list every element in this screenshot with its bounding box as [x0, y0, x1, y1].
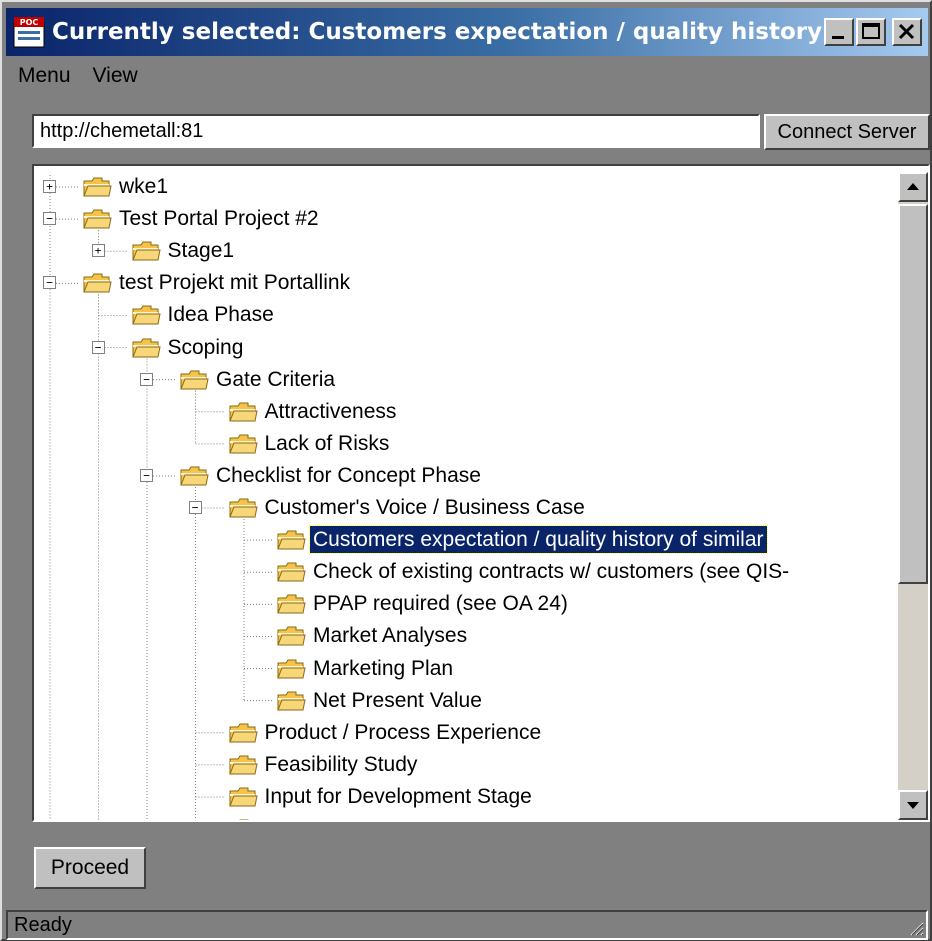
tree-scrollbar[interactable]: [898, 172, 928, 820]
tree-node[interactable]: PPAP required (see OA 24): [34, 588, 894, 620]
tree-node[interactable]: − Test Portal Project #2: [34, 203, 894, 235]
tree-node-label: Gate Criteria: [216, 367, 336, 391]
folder-icon: [276, 593, 306, 615]
tree-node[interactable]: − Scoping: [34, 332, 894, 364]
tree-node-label: Marketing Plan: [313, 656, 454, 680]
tree-node[interactable]: Idea Phase: [34, 299, 894, 331]
tree-node[interactable]: − Customer's Voice / Business Case: [34, 492, 894, 524]
collapse-minus-icon[interactable]: −: [43, 212, 56, 226]
expand-plus-icon[interactable]: +: [91, 244, 105, 258]
folder-icon: [179, 465, 209, 487]
close-button[interactable]: [892, 18, 922, 46]
tree-node-label: PPAP required (see OA 24): [313, 592, 568, 616]
scroll-up-arrow-icon[interactable]: [898, 172, 928, 202]
menu-item-view[interactable]: View: [93, 64, 138, 90]
tree-node[interactable]: Product / Process Experience: [34, 717, 894, 749]
tree-node[interactable]: − Gate Criteria: [34, 364, 894, 396]
maximize-button[interactable]: [856, 18, 886, 46]
resize-grip-icon[interactable]: [906, 918, 924, 936]
svg-text:POC: POC: [20, 18, 39, 27]
collapse-minus-icon[interactable]: −: [140, 372, 153, 386]
tree-node-label: Stage1: [167, 239, 235, 263]
expand-plus-icon[interactable]: +: [43, 180, 56, 193]
folder-icon: [179, 369, 209, 391]
menu-bar: Menu View: [18, 64, 138, 90]
tree-node-label: Net Present Value: [313, 688, 482, 712]
tree-node-label: Input for Development Stage: [264, 784, 532, 808]
tree-node-label: test Projekt mit Portallink: [119, 271, 351, 295]
tree-node[interactable]: Marketing Plan: [34, 653, 894, 685]
collapse-minus-icon[interactable]: −: [91, 340, 105, 354]
folder-icon: [276, 690, 306, 712]
folder-icon: [276, 529, 306, 551]
status-text: Ready: [14, 914, 72, 936]
menu-item-menu[interactable]: Menu: [18, 64, 71, 90]
folder-icon: [228, 401, 258, 423]
collapse-minus-icon[interactable]: −: [140, 468, 153, 482]
proceed-button[interactable]: Proceed: [34, 847, 146, 889]
folder-icon: [131, 337, 161, 359]
application-window: POC Currently selected: Customers expect…: [0, 0, 932, 941]
collapse-minus-icon[interactable]: −: [43, 276, 56, 290]
folder-icon: [276, 658, 306, 680]
folder-icon: [82, 176, 112, 198]
tree-node[interactable]: Feasibility Study: [34, 749, 894, 781]
tree-node-label: Customer's Voice / Business Case: [264, 496, 585, 519]
tree-node[interactable]: Attractiveness: [34, 396, 894, 428]
folder-icon: [228, 754, 258, 776]
folder-icon: [228, 818, 258, 820]
folder-icon: [131, 240, 161, 262]
tree-node-label: Lack of Risks: [264, 431, 390, 455]
tree-node-label: Management Support: [262, 815, 470, 820]
tree-node-label: Test Portal Project #2: [119, 207, 319, 231]
folder-icon: [131, 304, 161, 326]
tree-node-label: Check of existing contracts w/ customers…: [313, 560, 790, 584]
tree-node-label: Feasibility Study: [264, 752, 418, 776]
tree-node-label: Product / Process Experience: [264, 720, 542, 744]
scrollbar-thumb[interactable]: [898, 204, 928, 584]
tree-node[interactable]: Lack of Risks: [34, 428, 894, 460]
app-icon: POC: [12, 15, 46, 49]
tree-node[interactable]: Market Analyses: [34, 620, 894, 652]
tree-node[interactable]: Input for Development Stage: [34, 781, 894, 813]
tree-node-label-selected: Customers expectation / quality history …: [309, 525, 768, 555]
folder-icon: [228, 497, 258, 519]
tree-node[interactable]: − test Projekt mit Portallink: [34, 267, 894, 299]
project-tree[interactable]: + wke1 − Test Portal Project #2 + Stage1 − test…: [32, 164, 930, 822]
title-bar[interactable]: POC Currently selected: Customers expect…: [6, 8, 928, 56]
tree-node[interactable]: Net Present Value: [34, 685, 894, 717]
tree-node[interactable]: Check of existing contracts w/ customers…: [34, 556, 894, 588]
tree-node[interactable]: Customers expectation / quality history …: [34, 524, 894, 556]
server-address-input[interactable]: [32, 114, 760, 148]
scroll-down-arrow-icon[interactable]: [898, 790, 928, 820]
tree-node-label: Checklist for Concept Phase: [216, 463, 481, 487]
tree-node[interactable]: + Stage1: [34, 235, 894, 267]
folder-icon: [82, 272, 112, 294]
connect-server-button[interactable]: Connect Server: [764, 114, 930, 150]
minimize-button[interactable]: [824, 18, 854, 46]
collapse-minus-icon[interactable]: −: [188, 501, 202, 514]
tree-node-label: Scoping: [167, 335, 244, 359]
tree-node[interactable]: + wke1: [34, 171, 894, 203]
folder-icon: [228, 722, 258, 744]
tree-node-label: Market Analyses: [313, 624, 468, 648]
tree-node[interactable]: Management Support: [34, 813, 894, 820]
status-bar: Ready: [6, 910, 928, 940]
window-title: Currently selected: Customers expectatio…: [52, 19, 836, 45]
tree-node[interactable]: − Checklist for Concept Phase: [34, 460, 894, 492]
tree-node-label: wke1: [119, 175, 169, 198]
folder-icon: [228, 786, 258, 808]
folder-icon: [228, 433, 258, 455]
tree-node-label: Idea Phase: [167, 303, 274, 327]
folder-icon: [276, 625, 306, 647]
folder-icon: [82, 208, 112, 230]
folder-icon: [276, 561, 306, 583]
tree-node-label: Attractiveness: [264, 399, 397, 423]
